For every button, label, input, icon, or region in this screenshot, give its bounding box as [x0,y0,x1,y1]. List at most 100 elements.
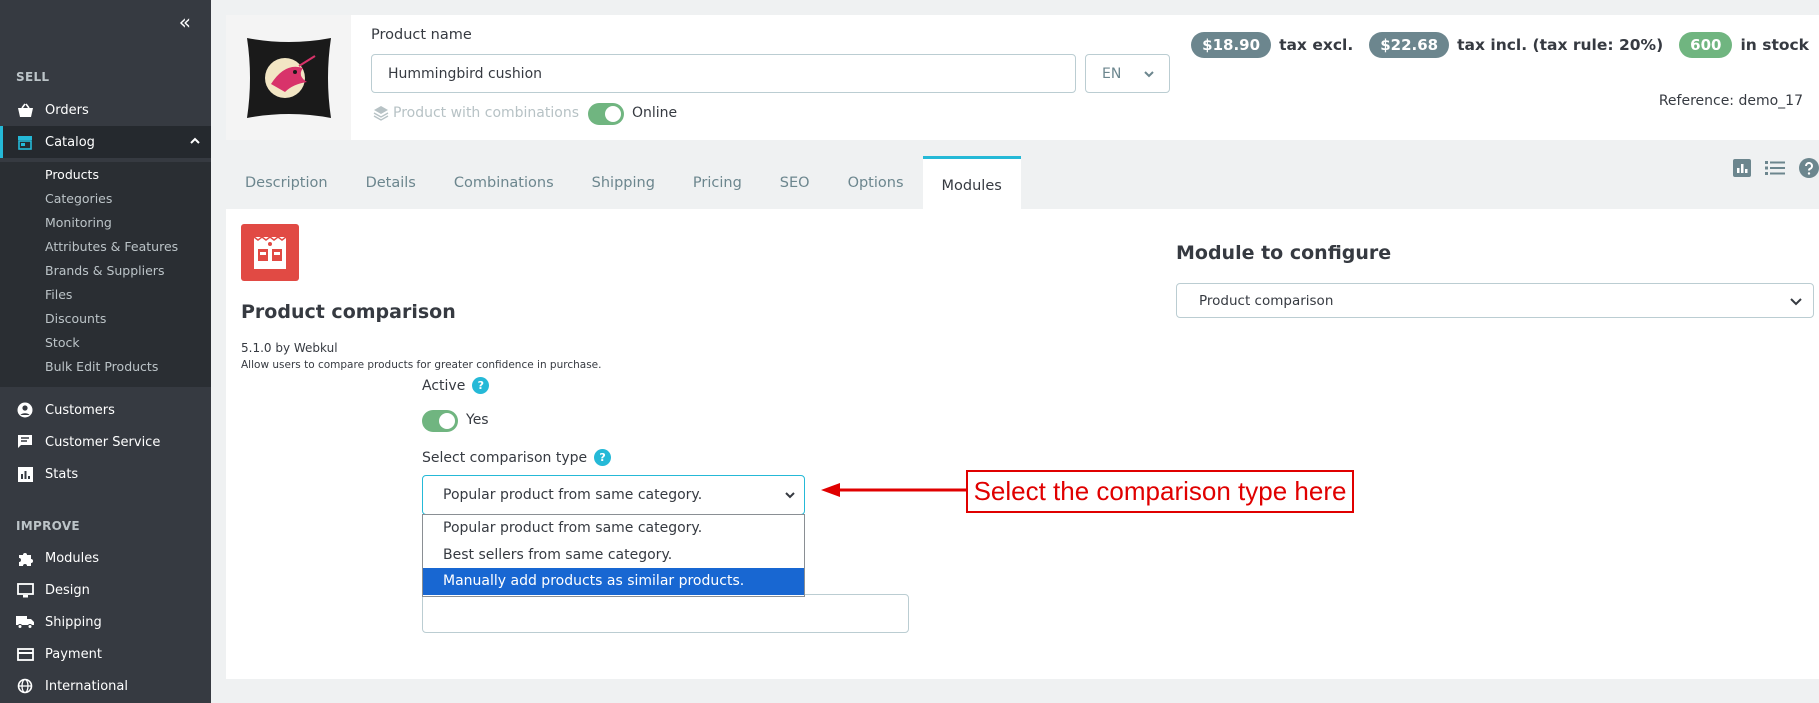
submenu-item-brands[interactable]: Brands & Suppliers [45,263,164,278]
layers-icon [373,105,389,121]
tab-seo[interactable]: SEO [761,156,829,210]
price-incl-label: tax incl. (tax rule: 20%) [1457,36,1664,54]
submenu-item-products[interactable]: Products [45,167,99,182]
similar-products-input[interactable] [422,594,909,633]
module-description: Allow users to compare products for grea… [241,359,602,371]
puzzle-icon [16,549,34,567]
tab-combinations[interactable]: Combinations [435,156,573,210]
collapse-sidebar-button[interactable]: « [179,10,191,34]
stats-icon[interactable] [1733,159,1751,177]
sidebar-item-label: Stats [45,466,79,482]
product-name-input[interactable] [371,54,1076,93]
sidebar-item-payment[interactable]: Payment [0,638,211,670]
price-excl-label: tax excl. [1279,36,1354,54]
bar-chart-icon [16,465,34,483]
price-excl-badge: $18.90 [1191,32,1272,58]
section-title-improve: IMPROVE [16,519,80,533]
sidebar-item-label: Customer Service [45,434,161,450]
online-toggle[interactable] [588,103,624,125]
comparison-label-text: Select comparison type [422,449,588,466]
chevron-down-icon [784,489,796,505]
submenu-item-discounts[interactable]: Discounts [45,311,106,326]
account-circle-icon [16,401,34,419]
sidebar-item-catalog[interactable]: Catalog [0,126,211,158]
comparison-type-select[interactable]: Popular product from same category. [422,475,805,515]
active-value: Yes [466,412,489,428]
module-to-configure-select[interactable]: Product comparison [1176,283,1814,318]
submenu-item-files[interactable]: Files [45,287,72,302]
chevron-down-icon [1789,294,1803,312]
sidebar-item-stats[interactable]: Stats [0,458,211,490]
active-toggle[interactable] [422,410,458,432]
annotation-arrow-icon [821,483,968,497]
tab-shipping[interactable]: Shipping [573,156,674,210]
chevron-down-icon [1143,68,1155,84]
sidebar-item-orders[interactable]: Orders [0,94,211,126]
list-icon[interactable] [1765,160,1785,176]
chat-icon [16,433,34,451]
submenu-item-attributes[interactable]: Attributes & Features [45,239,178,254]
tab-modules[interactable]: Modules [922,156,1021,210]
sidebar-item-customer-service[interactable]: Customer Service [0,426,211,458]
help-icon[interactable] [1799,158,1819,178]
dropdown-option[interactable]: Best sellers from same category. [423,542,804,569]
module-logo [241,224,299,281]
comparison-selected-value: Popular product from same category. [443,487,703,503]
submenu-item-categories[interactable]: Categories [45,191,112,206]
sidebar-item-label: Design [45,582,90,598]
tab-description[interactable]: Description [226,156,347,210]
sidebar-item-label: Customers [45,402,115,418]
product-name-label: Product name [371,27,472,43]
module-to-configure-label: Module to configure [1176,242,1392,264]
store-icon [16,133,34,151]
sidebar-item-modules[interactable]: Modules [0,542,211,574]
product-header: Product name EN Product with combination… [226,15,1819,140]
submenu-item-stock[interactable]: Stock [45,335,80,350]
sidebar-item-design[interactable]: Design [0,574,211,606]
language-select[interactable]: EN [1085,54,1170,93]
dropdown-option[interactable]: Popular product from same category. [423,515,804,542]
catalog-submenu: Products Categories Monitoring Attribute… [0,162,211,387]
active-label-text: Active [422,377,466,394]
product-thumbnail [226,15,351,140]
product-tabs: Description Details Combinations Shippin… [226,156,1021,210]
sidebar-item-shipping[interactable]: Shipping [0,606,211,638]
combinations-label: Product with combinations [393,105,579,121]
credit-card-icon [16,645,34,663]
sidebar-item-label: Orders [45,102,89,118]
sidebar-item-label: Shipping [45,614,102,630]
module-to-configure-value: Product comparison [1199,292,1334,309]
chevron-up-icon [189,135,201,151]
help-icon[interactable]: ? [472,377,490,394]
language-value: EN [1102,65,1122,82]
help-icon[interactable]: ? [594,449,612,466]
submenu-item-monitoring[interactable]: Monitoring [45,215,112,230]
annotation-callout: Select the comparison type here [966,470,1354,513]
comparison-type-label: Select comparison type ? [422,449,612,466]
dropdown-option-highlighted[interactable]: Manually add products as similar product… [423,568,804,595]
tab-pricing[interactable]: Pricing [674,156,761,210]
desktop-icon [16,581,34,599]
sidebar-item-international[interactable]: International [0,670,211,702]
price-summary: $18.90 tax excl. $22.68 tax incl. (tax r… [1191,32,1809,58]
sidebar-item-label: International [45,678,128,694]
sidebar-item-label: Modules [45,550,100,566]
sidebar: « SELL Orders Catalog Products Categorie… [0,0,211,703]
toolbar [1719,158,1819,178]
stock-badge: 600 [1679,32,1733,58]
price-incl-badge: $22.68 [1369,32,1450,58]
section-title-sell: SELL [16,70,50,84]
module-panel: Product comparison 5.1.0 by Webkul Allow… [226,209,1819,679]
basket-icon [16,101,34,119]
submenu-item-bulk-edit[interactable]: Bulk Edit Products [45,359,158,374]
module-version: 5.1.0 by Webkul [241,341,338,355]
sidebar-item-customers[interactable]: Customers [0,394,211,426]
tab-details[interactable]: Details [347,156,435,210]
module-title: Product comparison [241,301,456,323]
product-combinations-option[interactable]: Product with combinations [373,105,579,121]
active-field-label: Active ? [422,377,490,394]
tab-options[interactable]: Options [829,156,923,210]
product-reference: Reference: demo_17 [1658,93,1803,109]
online-label: Online [632,105,678,121]
globe-icon [16,677,34,695]
